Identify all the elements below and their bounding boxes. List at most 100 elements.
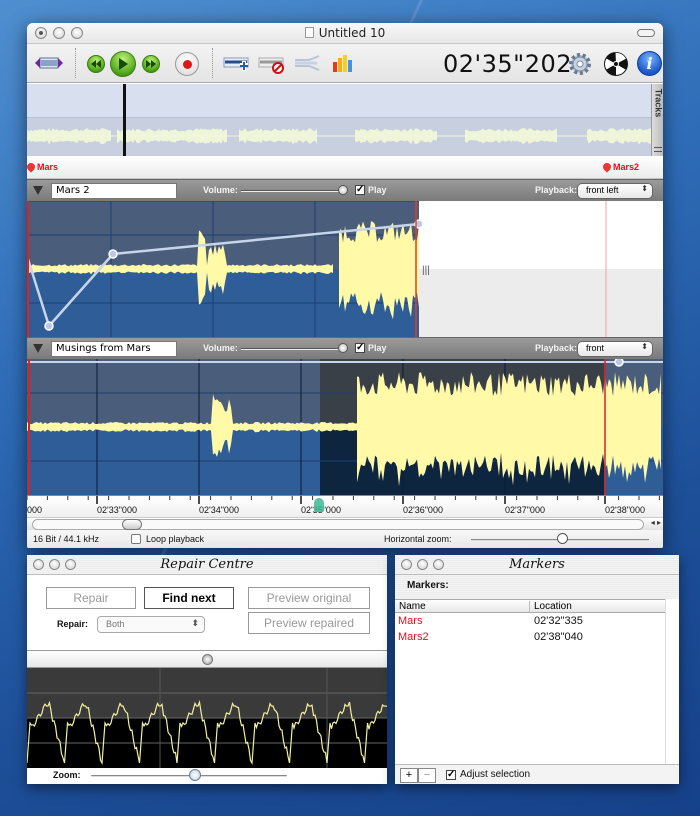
envelope-point <box>108 249 118 259</box>
divider-handle[interactable] <box>202 654 213 665</box>
horizontal-scrollbar[interactable]: ◂ ▸ <box>27 517 663 530</box>
tracks-drawer-tab[interactable]: Tracks <box>651 84 663 156</box>
remove-track-icon[interactable] <box>258 52 286 74</box>
add-marker-button[interactable]: + <box>400 768 418 783</box>
markers-table: Name Location Mars 02'32"335 Mars2 02'38… <box>395 599 665 645</box>
overview-playhead[interactable] <box>123 84 126 156</box>
waveform-loud <box>357 372 661 487</box>
toolbar-toggle-button[interactable] <box>637 29 655 37</box>
track-header-2: Musings from Mars Volume: ✓ Play Playbac… <box>27 337 663 359</box>
split-view-divider[interactable] <box>27 650 387 668</box>
window-title-text: Untitled 10 <box>318 26 386 40</box>
scroll-left-icon[interactable]: ◂ <box>651 518 655 527</box>
track-overview[interactable]: Tracks <box>27 84 663 156</box>
playback-value: front left <box>586 185 619 195</box>
playhead-marker-icon[interactable] <box>314 498 324 512</box>
rewind-button[interactable] <box>87 55 105 73</box>
playback-select[interactable]: front left ⬍ <box>577 183 653 199</box>
play-label: Play <box>368 185 387 195</box>
play-checkbox[interactable]: ✓ <box>355 185 365 195</box>
toolbar: 02'35"202 i <box>27 44 663 83</box>
preview-repaired-button[interactable]: Preview repaired <box>248 612 370 634</box>
marker-location: 02'32"335 <box>534 615 583 627</box>
track-name-field[interactable]: Mars 2 <box>51 183 177 199</box>
markers-window: Markers Markers: Name Location Mars 02'3… <box>395 555 679 784</box>
info-button[interactable]: i <box>637 51 662 76</box>
record-button[interactable] <box>175 52 199 76</box>
scrollbar-thumb[interactable] <box>122 519 142 530</box>
disclosure-triangle-icon[interactable] <box>33 186 43 195</box>
resize-grip-icon: ||| <box>422 265 430 276</box>
repair-mode-value: Both <box>106 619 125 629</box>
adjust-selection-checkbox[interactable]: ✓ <box>446 770 456 780</box>
volume-slider[interactable] <box>241 190 345 192</box>
repair-zoom-row: Zoom: <box>27 768 387 784</box>
ruler-ticks <box>27 496 660 504</box>
marker-mars2[interactable]: Mars2 <box>601 161 639 173</box>
time-readout: 02'35"202 <box>443 50 573 78</box>
adjust-selection-label: Adjust selection <box>460 769 531 780</box>
volume-slider-knob[interactable] <box>338 185 348 195</box>
envelope-point <box>614 359 624 367</box>
settings-gear-icon[interactable] <box>567 51 593 77</box>
remove-marker-button[interactable]: − <box>418 768 436 783</box>
markers-table-header: Name Location <box>395 599 665 613</box>
track-2-waveform[interactable] <box>27 359 663 495</box>
repair-button[interactable]: Repair <box>46 587 136 609</box>
select-arrows-icon: ⬍ <box>641 184 648 193</box>
markers-scrollbar[interactable] <box>665 599 679 764</box>
disclosure-triangle-icon[interactable] <box>33 344 43 353</box>
play-label: Play <box>368 343 387 353</box>
volume-slider[interactable] <box>241 348 345 350</box>
repair-waveform-view[interactable] <box>27 668 387 768</box>
crossfade-icon[interactable] <box>293 52 321 74</box>
marker-pin-icon <box>27 161 37 173</box>
play-button[interactable] <box>110 51 136 77</box>
ruler-tick-label: 000 <box>27 505 43 515</box>
document-icon <box>304 27 314 38</box>
ruler-tick-label: 02'36"000 <box>403 505 443 515</box>
marker-mars[interactable]: Mars <box>27 161 59 173</box>
horizontal-zoom-knob[interactable] <box>557 533 568 544</box>
table-row[interactable]: Mars2 02'38"040 <box>395 629 665 645</box>
table-row[interactable]: Mars 02'32"335 <box>395 613 665 629</box>
repair-title-bar[interactable]: Repair Centre <box>27 555 387 575</box>
markers-title-bar[interactable]: Markers <box>395 555 679 575</box>
find-next-button[interactable]: Find next <box>144 587 234 609</box>
repair-zoom-knob[interactable] <box>189 769 201 781</box>
overview-waveform <box>27 128 651 145</box>
playback-label: Playback: <box>535 185 578 195</box>
marker-label: Mars <box>37 162 59 172</box>
ruler-tick-label: 02'34"000 <box>199 505 239 515</box>
envelope-point <box>44 321 54 331</box>
fit-tracks-icon[interactable] <box>35 52 63 74</box>
marker-location: 02'38"040 <box>534 631 583 643</box>
markers-footer: + − ✓ Adjust selection <box>395 764 679 784</box>
column-header-location[interactable]: Location <box>529 601 572 612</box>
ruler-tick-label: 02'37"000 <box>505 505 545 515</box>
fast-forward-button[interactable] <box>142 55 160 73</box>
volume-slider-knob[interactable] <box>338 343 348 353</box>
audio-format: 16 Bit / 44.1 kHz <box>33 534 100 544</box>
track-empty-area-lower <box>419 269 663 337</box>
repair-mode-select[interactable]: Both ⬍ <box>97 616 205 633</box>
loop-playback-checkbox[interactable] <box>131 534 141 544</box>
add-track-icon[interactable] <box>223 52 251 74</box>
marker-name: Mars <box>398 615 423 627</box>
markers-window-title: Markers <box>509 557 565 572</box>
track-name-field[interactable]: Musings from Mars <box>51 341 177 357</box>
time-ruler[interactable]: 000 02'33"000 02'34"000 02'35"000 02'36"… <box>27 495 663 517</box>
column-header-name[interactable]: Name <box>399 601 426 612</box>
preview-original-button[interactable]: Preview original <box>248 587 370 609</box>
info-icon: i <box>646 54 653 73</box>
play-checkbox[interactable]: ✓ <box>355 343 365 353</box>
title-bar[interactable]: Untitled 10 <box>27 23 663 44</box>
track-1-waveform[interactable]: ||| <box>27 201 663 337</box>
loop-playback-label: Loop playback <box>146 534 205 544</box>
burn-icon[interactable] <box>603 51 629 77</box>
playback-select[interactable]: front ⬍ <box>577 341 653 357</box>
levels-icon[interactable] <box>330 52 354 74</box>
ruler-tick-label: 02'33"000 <box>97 505 137 515</box>
marker-ruler[interactable]: Mars Mars2 <box>27 156 663 179</box>
scroll-right-icon[interactable]: ▸ <box>657 518 661 527</box>
